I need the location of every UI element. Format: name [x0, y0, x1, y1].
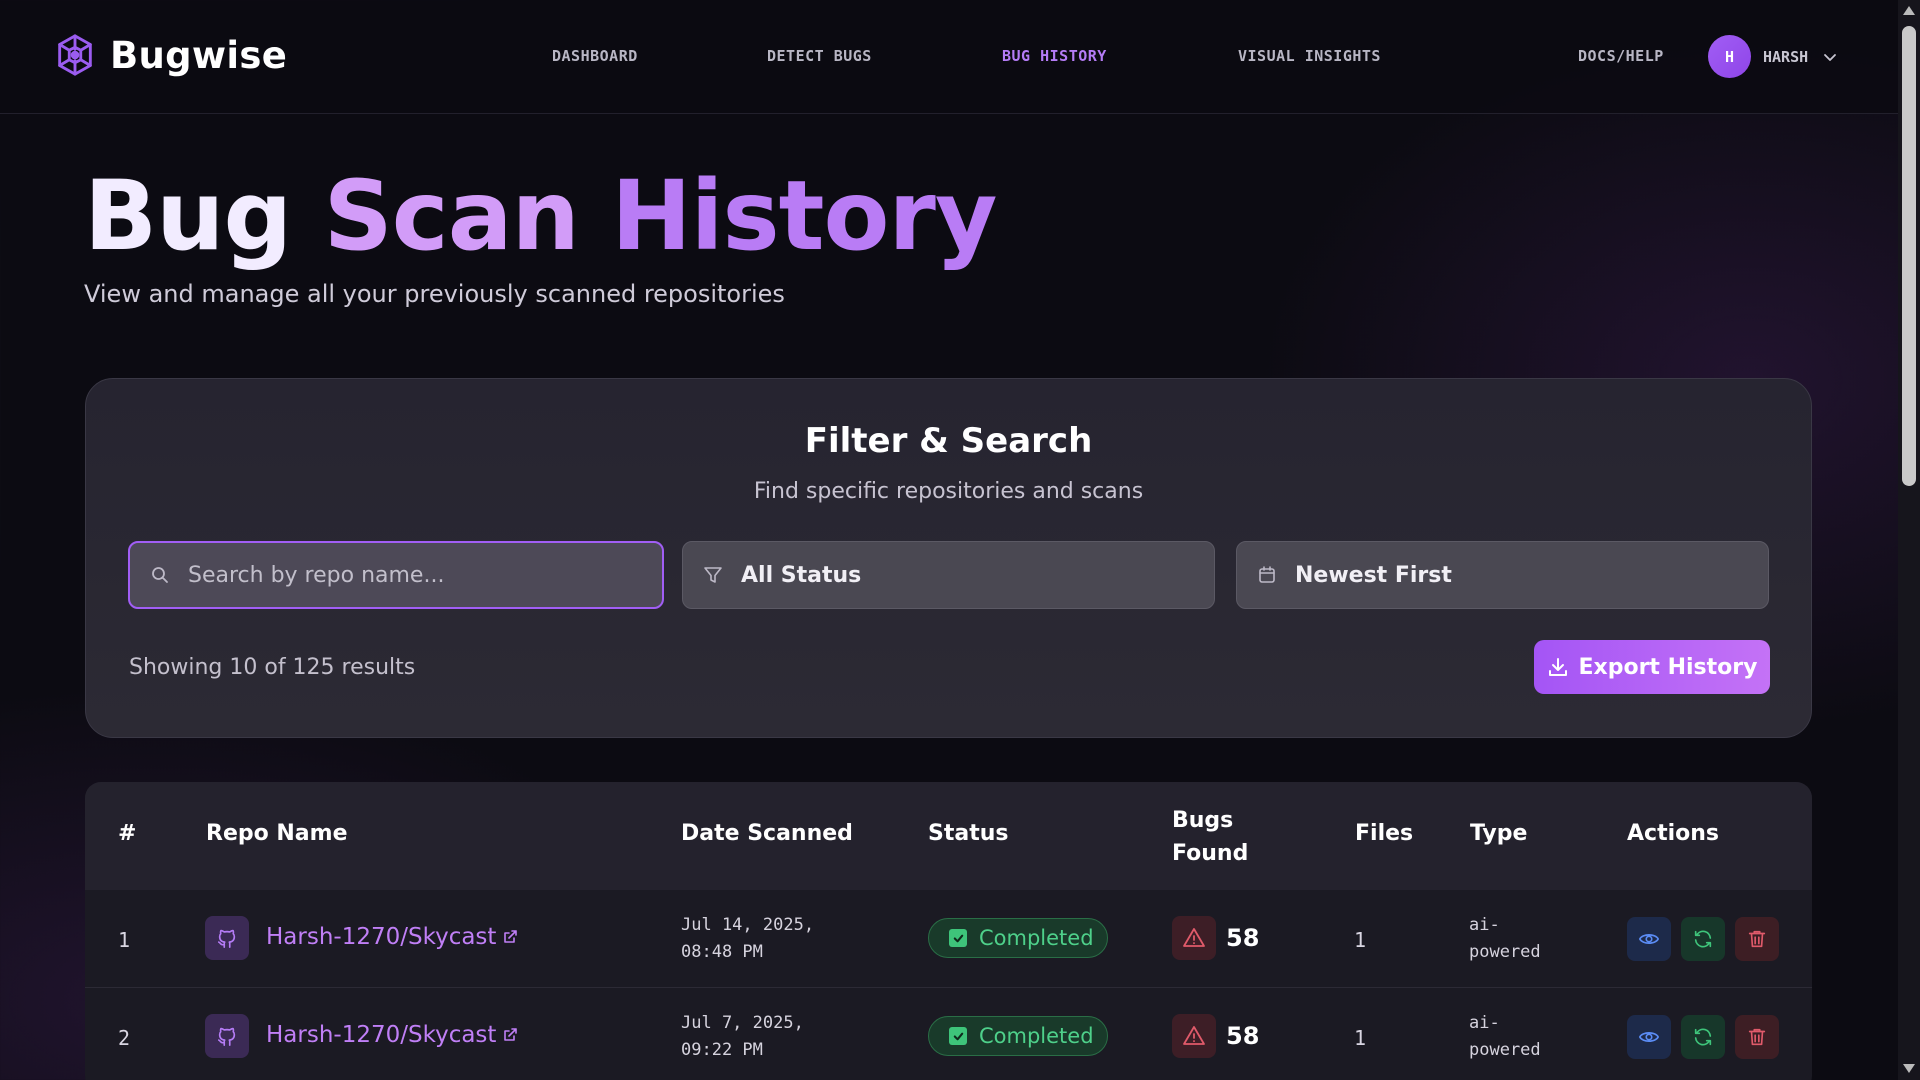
row-index: 1: [118, 928, 131, 952]
nav-visual-insights[interactable]: VISUAL INSIGHTS: [1238, 47, 1381, 65]
user-name: HARSH: [1763, 47, 1809, 66]
avatar: H: [1708, 35, 1751, 78]
filter-title: Filter & Search: [804, 421, 1093, 461]
time-line: 09:22 PM: [681, 1040, 763, 1060]
scroll-down-arrow-icon[interactable]: [1903, 1064, 1915, 1073]
date-line: Jul 14, 2025,: [681, 915, 815, 935]
status-badge: Completed: [928, 1016, 1108, 1056]
page-title-word-3: History: [611, 160, 997, 272]
files-count: 1: [1354, 928, 1367, 952]
calendar-icon: [1259, 566, 1275, 583]
view-button[interactable]: [1627, 917, 1671, 961]
sort-order-value: Newest First: [1295, 562, 1452, 588]
header-repo-name[interactable]: Repo Name: [206, 821, 348, 846]
header-type[interactable]: Type: [1470, 821, 1527, 846]
brain-circuit-icon: [58, 34, 92, 76]
date-scanned: Jul 14, 2025, 08:48 PM: [681, 912, 851, 966]
rescan-button[interactable]: [1681, 1015, 1725, 1059]
page-title: Bug Scan History: [84, 160, 997, 272]
date-line: Jul 7, 2025,: [681, 1013, 804, 1033]
repo-name: Harsh-1270/Skycast: [266, 924, 497, 950]
page-title-word-2: Scan: [323, 160, 580, 272]
check-icon: [949, 1027, 967, 1045]
github-icon: [205, 1014, 249, 1058]
status-text: Completed: [979, 1024, 1094, 1048]
nav-detect-bugs[interactable]: DETECT BUGS: [767, 47, 872, 65]
bugs-found-count: 58: [1226, 1022, 1260, 1050]
nav-docs-help[interactable]: DOCS/HELP: [1578, 47, 1664, 65]
bugs-found-count: 58: [1226, 924, 1260, 952]
warning-icon: [1172, 1014, 1216, 1058]
repo-link[interactable]: Harsh-1270/Skycast: [266, 1022, 518, 1048]
refresh-icon: [1694, 930, 1712, 948]
scrollbar-thumb[interactable]: [1902, 26, 1916, 486]
export-history-label: Export History: [1578, 654, 1758, 680]
page-scrollbar[interactable]: [1898, 0, 1920, 1080]
repo-link[interactable]: Harsh-1270/Skycast: [266, 924, 518, 950]
header-date-scanned[interactable]: Date Scanned: [681, 821, 853, 846]
table-row: 1 Harsh-1270/Skycast Jul 14, 2025, 08:48…: [85, 890, 1812, 988]
date-scanned: Jul 7, 2025, 09:22 PM: [681, 1010, 851, 1064]
type-line: ai-: [1469, 915, 1500, 935]
app-name: Bugwise: [110, 33, 288, 77]
status-badge: Completed: [928, 918, 1108, 958]
search-input[interactable]: [188, 562, 628, 588]
row-index: 2: [118, 1026, 131, 1050]
sort-order-select[interactable]: Newest First: [1236, 541, 1769, 609]
nav-dashboard[interactable]: DASHBOARD: [552, 47, 638, 65]
header-actions: Actions: [1627, 821, 1719, 846]
files-count: 1: [1354, 1026, 1367, 1050]
status-filter-value: All Status: [741, 562, 862, 588]
results-count: Showing 10 of 125 results: [129, 655, 416, 680]
header-index: #: [118, 821, 137, 846]
external-link-icon: [504, 930, 518, 943]
table-header: # Repo Name Date Scanned Status Bugs Fou…: [85, 782, 1812, 890]
type-line: powered: [1469, 1040, 1541, 1060]
check-icon: [949, 929, 967, 947]
eye-icon: [1638, 934, 1660, 944]
warning-icon: [1172, 916, 1216, 960]
external-link-icon: [504, 1028, 518, 1041]
page-subtitle: View and manage all your previously scan…: [84, 280, 785, 308]
status-filter-select[interactable]: All Status: [682, 541, 1215, 609]
delete-button[interactable]: [1735, 1015, 1779, 1059]
user-menu[interactable]: H HARSH: [1708, 35, 1840, 78]
github-icon: [205, 916, 249, 960]
header-files[interactable]: Files: [1355, 821, 1413, 846]
repo-name: Harsh-1270/Skycast: [266, 1022, 497, 1048]
search-field[interactable]: [128, 541, 664, 609]
trash-icon: [1748, 1028, 1766, 1046]
header-bugs-found[interactable]: Bugs Found: [1172, 804, 1272, 870]
status-text: Completed: [979, 926, 1094, 950]
header-status[interactable]: Status: [928, 821, 1008, 846]
chevron-down-icon: [1824, 53, 1837, 61]
rescan-button[interactable]: [1681, 917, 1725, 961]
nav-bug-history[interactable]: BUG HISTORY: [1002, 47, 1107, 65]
filter-search-panel: Filter & Search Find specific repositori…: [85, 378, 1812, 738]
refresh-icon: [1694, 1028, 1712, 1046]
type-line: ai-: [1469, 1013, 1500, 1033]
delete-button[interactable]: [1735, 917, 1779, 961]
trash-icon: [1748, 930, 1766, 948]
filter-subtitle: Find specific repositories and scans: [753, 479, 1144, 504]
scan-type: ai- powered: [1469, 1010, 1559, 1064]
scan-type: ai- powered: [1469, 912, 1559, 966]
eye-icon: [1638, 1032, 1660, 1042]
top-navbar: Bugwise DASHBOARD DETECT BUGS BUG HISTOR…: [0, 0, 1898, 114]
history-table: # Repo Name Date Scanned Status Bugs Fou…: [85, 782, 1812, 1080]
logo[interactable]: Bugwise: [52, 32, 287, 78]
view-button[interactable]: [1627, 1015, 1671, 1059]
type-line: powered: [1469, 942, 1541, 962]
scroll-up-arrow-icon[interactable]: [1903, 6, 1915, 15]
download-icon: [1548, 658, 1567, 676]
export-history-button[interactable]: Export History: [1534, 640, 1770, 694]
filter-icon: [704, 567, 722, 583]
time-line: 08:48 PM: [681, 942, 763, 962]
table-row: 2 Harsh-1270/Skycast Jul 7, 2025, 09:22 …: [85, 988, 1812, 1080]
page-title-word-1: Bug: [84, 160, 292, 272]
search-icon: [152, 567, 168, 583]
